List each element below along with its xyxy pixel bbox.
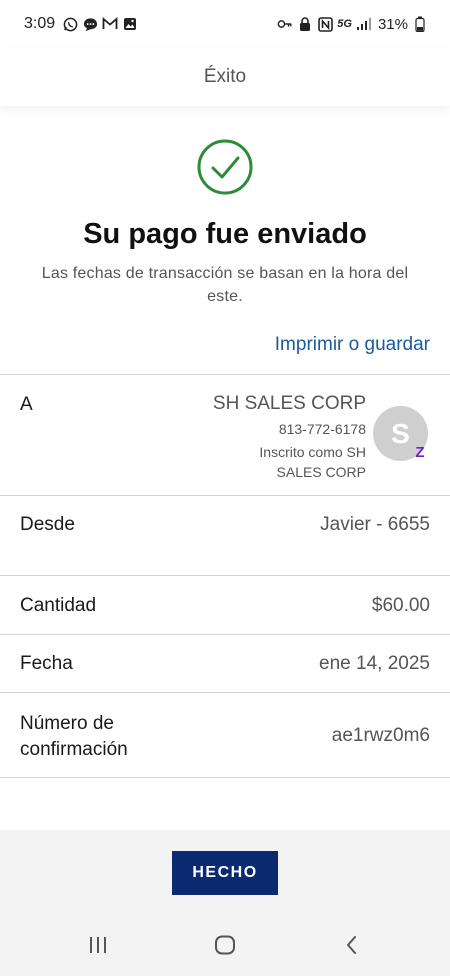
divider [0, 495, 450, 496]
from-label: Desde [20, 514, 75, 535]
divider [0, 634, 450, 635]
lock-icon [297, 16, 313, 32]
back-icon[interactable] [338, 932, 366, 958]
print-or-save-link[interactable]: Imprimir o guardar [275, 334, 430, 356]
gallery-icon [122, 16, 138, 32]
whatsapp-icon [62, 16, 78, 32]
divider [0, 374, 450, 375]
divider [0, 575, 450, 576]
message-icon [82, 16, 98, 32]
nfc-icon [317, 16, 333, 32]
battery-percent: 31% [377, 15, 408, 33]
date-value: ene 14, 2025 [319, 653, 430, 674]
amount-value: $60.00 [371, 595, 430, 616]
avatar-initial: S [391, 417, 410, 449]
battery-icon [412, 16, 428, 32]
key-icon [277, 16, 293, 32]
confirmation-label: Número de confirmación [20, 713, 128, 760]
status-time: 3:09 [24, 15, 56, 32]
from-value: Javier - 6655 [320, 514, 430, 535]
recent-apps-icon[interactable] [84, 932, 112, 958]
zelle-badge-letter: Z [415, 443, 425, 461]
gmail-icon [102, 16, 118, 32]
confirmation-value: ae1rwz0m6 [331, 725, 430, 746]
done-button[interactable]: HECHO [172, 851, 278, 895]
recipient-name: SH SALES CORP [212, 393, 366, 414]
date-label: Fecha [20, 653, 73, 674]
amount-label: Cantidad [20, 595, 97, 616]
status-left: 3:09 [24, 15, 138, 33]
zelle-icon: Z [410, 442, 430, 462]
status-right: 5G 31% [277, 16, 428, 33]
divider [0, 777, 450, 778]
network-type: 5G [337, 18, 352, 30]
recipient-phone: 813-772-6178 [278, 421, 366, 437]
success-title: Su pago fue enviado [83, 218, 367, 250]
check-circle-icon [196, 138, 254, 196]
to-label: A [20, 394, 33, 415]
success-subtitle: Las fechas de transacción se basan en la… [41, 265, 409, 305]
signal-icon [356, 16, 372, 32]
recipient-enrolled: Inscrito como SH SALES CORP [259, 444, 366, 480]
page-title: Éxito [203, 66, 247, 87]
app-header: Éxito [0, 48, 450, 106]
home-icon[interactable] [211, 932, 239, 958]
status-bar: 3:09 5G 31% [0, 0, 450, 48]
divider [0, 692, 450, 693]
